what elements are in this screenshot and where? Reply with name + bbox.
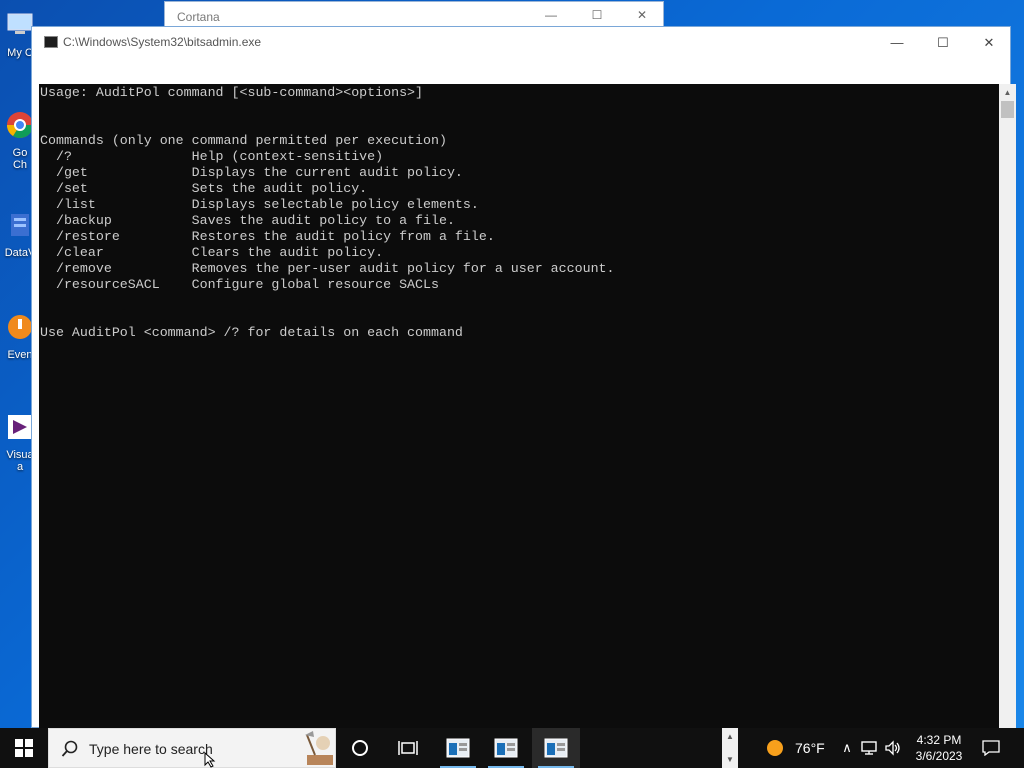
window-title: C:\Windows\System32\bitsadmin.exe bbox=[63, 35, 262, 49]
desktop-icon-label: Even bbox=[7, 349, 33, 361]
close-icon[interactable]: ✕ bbox=[634, 8, 650, 24]
console-output: Usage: AuditPol command [<sub-command><o… bbox=[40, 85, 615, 340]
notification-icon bbox=[982, 740, 1000, 756]
title-bar[interactable]: C:\Windows\System32\bitsadmin.exe — ☐ ✕ bbox=[32, 27, 1010, 58]
search-highlight-icon bbox=[305, 731, 333, 765]
console-output-area[interactable]: Usage: AuditPol command [<sub-command><o… bbox=[39, 84, 999, 728]
task-view-button[interactable] bbox=[384, 728, 432, 768]
app-window-icon bbox=[544, 738, 568, 758]
system-tray: ∧ bbox=[839, 728, 901, 768]
taskbar: Type here to search ▲ ▼ 76°F ∧ 4:32 PM 3… bbox=[0, 728, 1024, 768]
clock-time: 4:32 PM bbox=[916, 733, 962, 747]
chevron-down-icon[interactable]: ▼ bbox=[726, 755, 734, 764]
windows-logo-icon bbox=[15, 739, 33, 757]
taskbar-app-2[interactable] bbox=[482, 728, 530, 768]
cortana-button[interactable] bbox=[336, 728, 384, 768]
taskbar-overflow-scroll[interactable]: ▲ ▼ bbox=[722, 728, 738, 768]
weather-widget[interactable]: 76°F bbox=[766, 728, 825, 768]
search-placeholder: Type here to search bbox=[89, 741, 213, 757]
taskbar-app-3-active[interactable] bbox=[532, 728, 580, 768]
chevron-up-tray-icon[interactable]: ∧ bbox=[839, 740, 855, 756]
clock-date: 3/6/2023 bbox=[915, 749, 963, 763]
weather-temperature: 76°F bbox=[795, 740, 825, 756]
taskbar-app-1[interactable] bbox=[434, 728, 482, 768]
maximize-icon[interactable]: ☐ bbox=[589, 8, 605, 24]
desktop-icon-label: Go Ch bbox=[12, 147, 28, 171]
maximize-button[interactable]: ☐ bbox=[920, 27, 966, 58]
sun-icon bbox=[767, 740, 783, 756]
app-window-icon bbox=[494, 738, 518, 758]
desktop-icon-label: My C bbox=[7, 47, 33, 59]
cortana-icon bbox=[352, 740, 368, 756]
desktop-icon-label: Visua a bbox=[6, 449, 34, 473]
task-view-icon bbox=[398, 741, 418, 755]
app-window-icon bbox=[446, 738, 470, 758]
start-button[interactable] bbox=[0, 728, 48, 768]
minimize-icon[interactable]: — bbox=[543, 8, 559, 24]
vertical-scrollbar[interactable]: ▲ bbox=[999, 84, 1016, 728]
close-button[interactable]: ✕ bbox=[966, 27, 1012, 58]
minimize-button[interactable]: — bbox=[874, 27, 920, 58]
taskbar-search-box[interactable]: Type here to search bbox=[48, 728, 336, 768]
window-title: Cortana bbox=[177, 10, 220, 24]
network-icon[interactable] bbox=[861, 740, 879, 756]
volume-icon[interactable] bbox=[885, 740, 901, 756]
notification-center-button[interactable] bbox=[978, 728, 1004, 768]
console-window[interactable]: C:\Windows\System32\bitsadmin.exe — ☐ ✕ … bbox=[31, 26, 1016, 728]
console-app-icon bbox=[44, 36, 58, 48]
taskbar-clock[interactable]: 4:32 PM 3/6/2023 bbox=[908, 732, 970, 764]
scrollbar-thumb[interactable] bbox=[1001, 101, 1014, 118]
search-icon bbox=[61, 740, 78, 757]
scroll-up-icon[interactable]: ▲ bbox=[999, 84, 1016, 101]
mouse-cursor-icon bbox=[204, 752, 216, 768]
chevron-up-icon[interactable]: ▲ bbox=[726, 732, 734, 741]
